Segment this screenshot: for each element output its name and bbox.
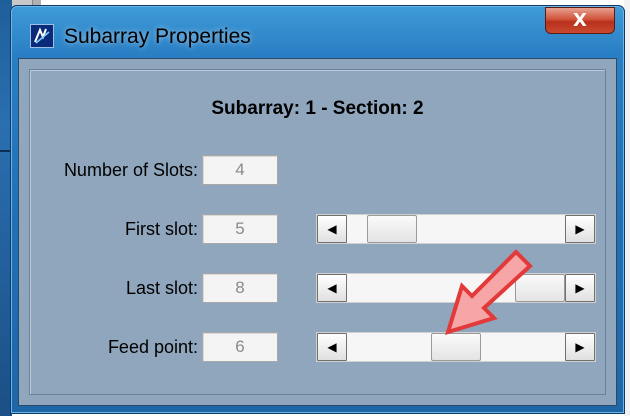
feed-point-scroll-left-button[interactable]: ◀ [317,333,347,361]
last-slot-scroll-left-button[interactable]: ◀ [317,274,347,302]
first-slot-field[interactable]: 5 [202,214,278,244]
arrow-left-icon: ◀ [327,222,337,236]
window-title: Subarray Properties [64,25,251,48]
first-slot-scrollbar[interactable]: ◀ ▶ [316,214,596,244]
arrow-right-icon: ▶ [575,222,585,236]
title-bar[interactable]: Subarray Properties X [10,5,625,57]
last-slot-label: Last slot: [125,278,198,298]
first-slot-scroll-right-button[interactable]: ▶ [565,215,595,243]
subarray-app-icon[interactable] [30,24,54,48]
feed-point-scroll-right-button[interactable]: ▶ [565,333,595,361]
number-of-slots-field[interactable]: 4 [202,155,278,185]
dialog-client-area: Subarray: 1 - Section: 2 Number of Slots… [18,58,617,406]
close-button[interactable]: X [545,7,615,34]
number-of-slots-label: Number of Slots: [63,160,198,180]
first-slot-scroll-left-button[interactable]: ◀ [317,215,347,243]
arrow-right-icon: ▶ [575,340,585,354]
close-icon: X [573,10,587,31]
arrow-right-icon: ▶ [575,281,585,295]
first-slot-scroll-thumb[interactable] [367,215,418,243]
arrow-left-icon: ◀ [327,340,337,354]
feed-point-label: Feed point: [107,337,198,357]
subarray-section-heading: Subarray: 1 - Section: 2 [211,98,424,119]
first-slot-label: First slot: [124,219,198,239]
arrow-left-icon: ◀ [327,281,337,295]
feed-point-field[interactable]: 6 [202,332,278,362]
last-slot-field[interactable]: 8 [202,273,278,303]
last-slot-scroll-right-button[interactable]: ▶ [565,274,595,302]
annotation-arrow-icon [444,249,533,336]
subarray-properties-window: Subarray Properties X Subarray: 1 - Sect… [10,5,625,414]
